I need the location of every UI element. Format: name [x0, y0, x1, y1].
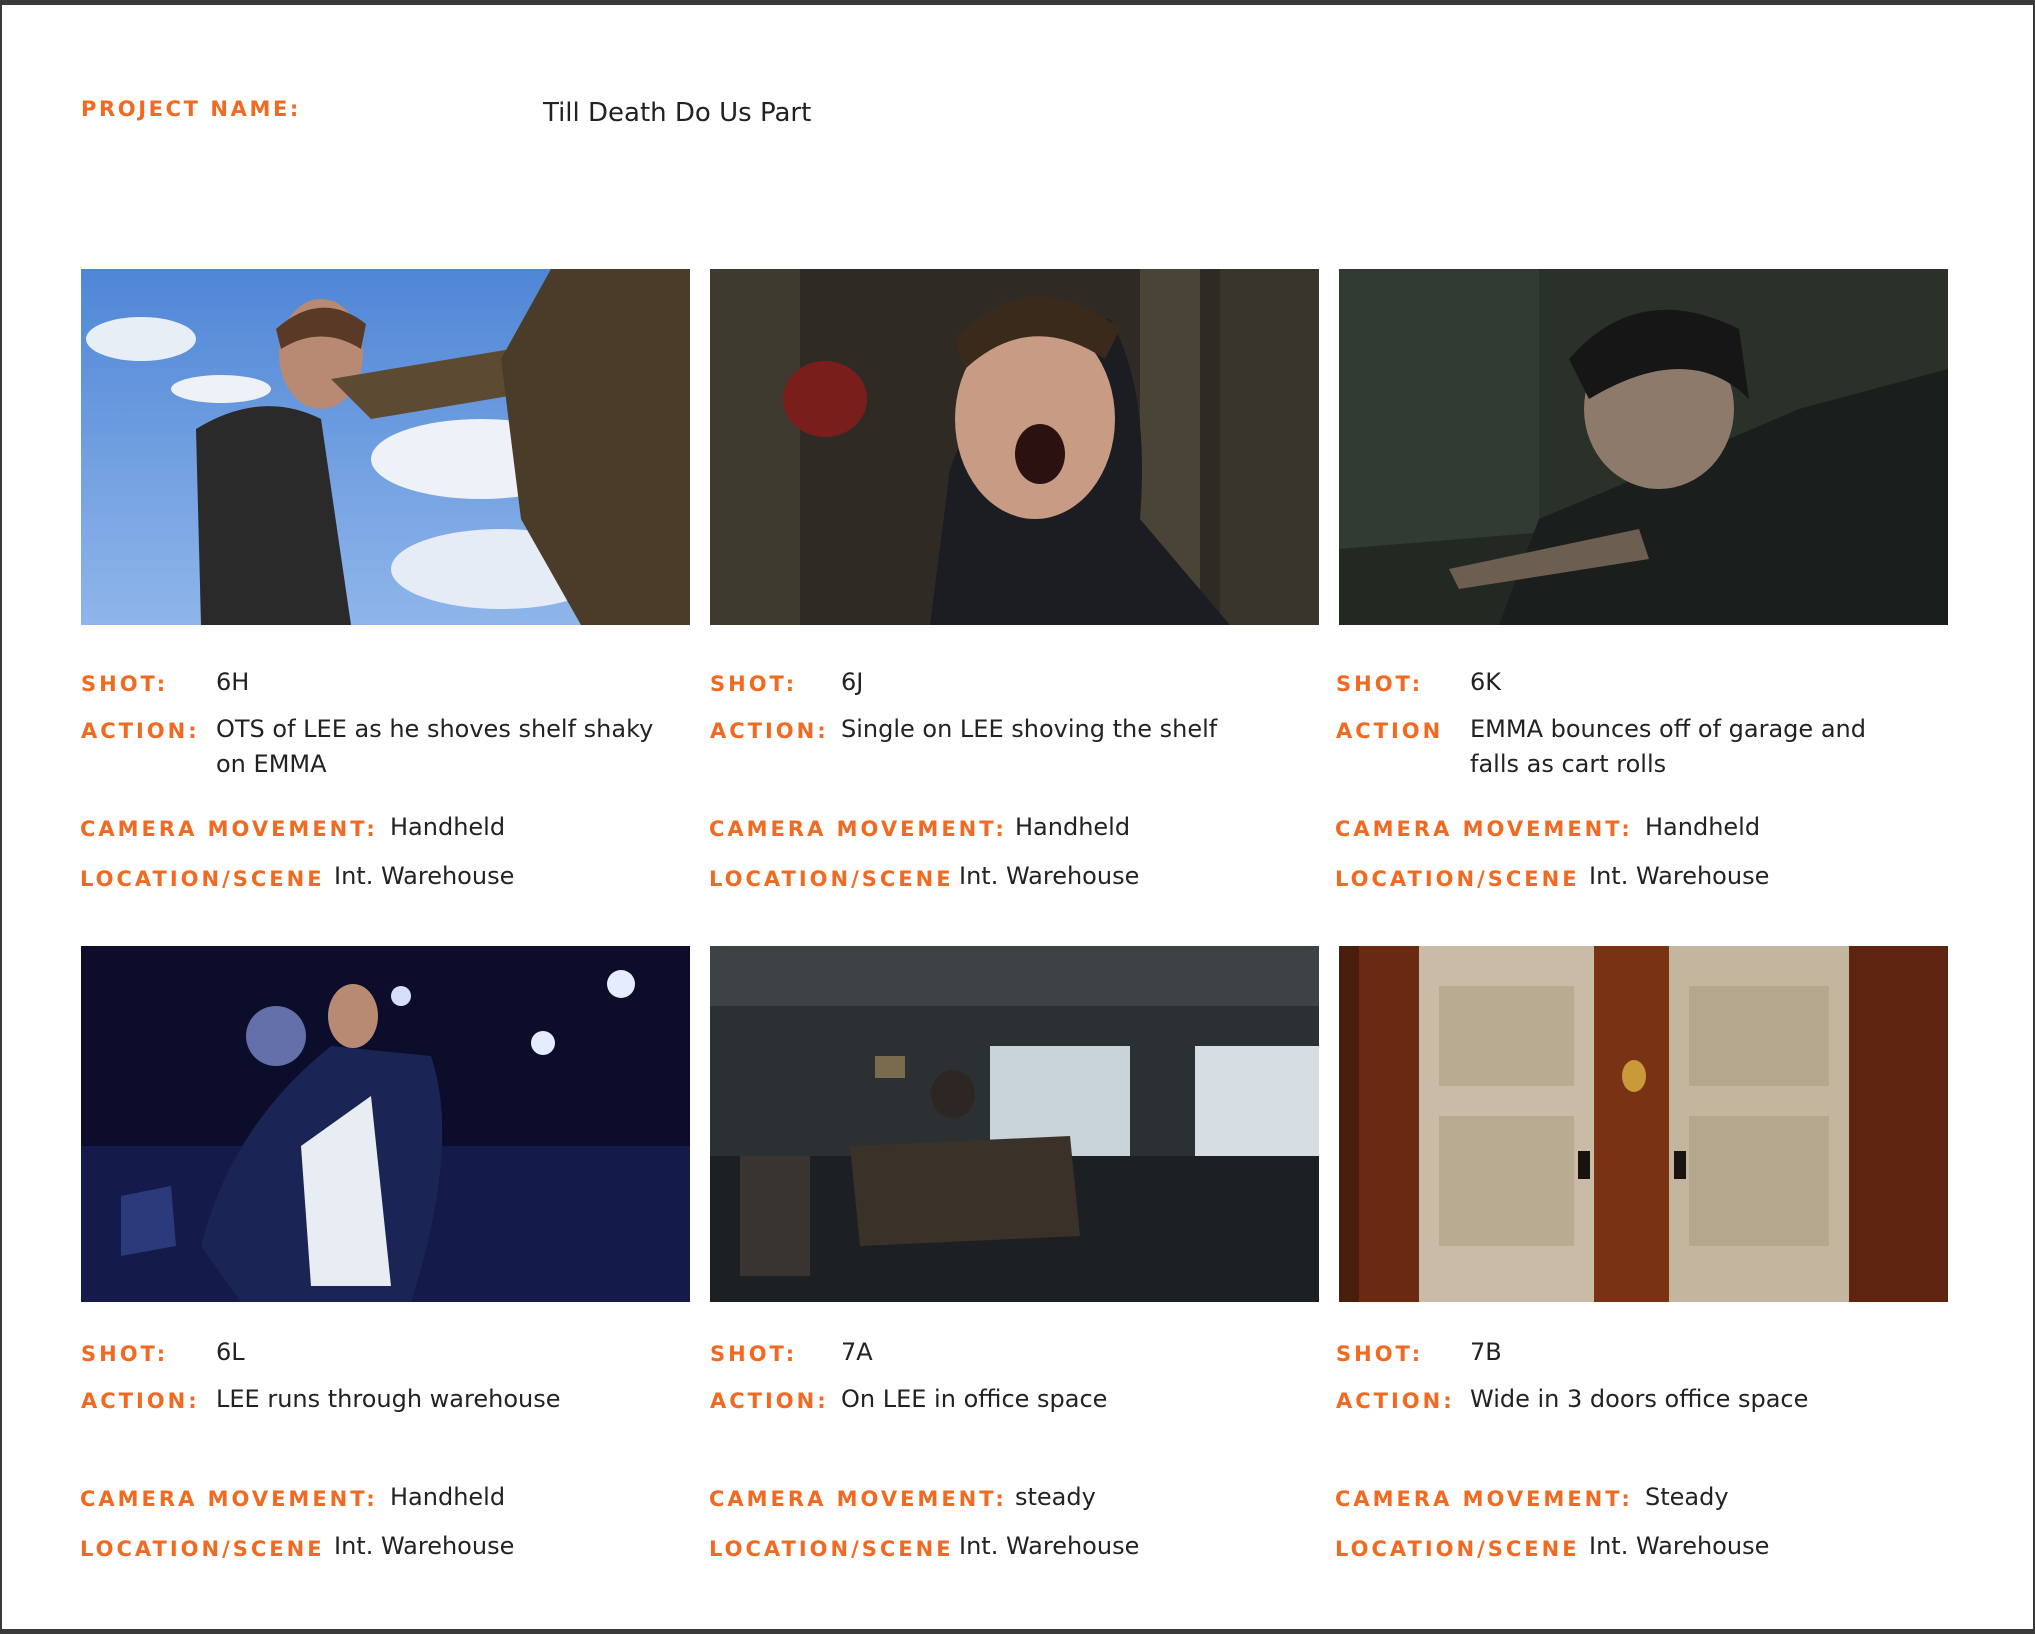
shot-frame-image — [1339, 269, 1948, 625]
shot-value: 6L — [216, 1338, 245, 1366]
camera-movement-value: Handheld — [1015, 813, 1131, 841]
shot-card: SHOT: 6L ACTION: LEE runs through wareho… — [80, 946, 691, 1586]
action-value: Wide in 3 doors office space — [1470, 1385, 1809, 1413]
action-label: ACTION: — [1336, 1389, 1455, 1413]
project-name-value: Till Death Do Us Part — [543, 98, 812, 128]
action-label: ACTION: — [81, 719, 200, 743]
shot-frame-image — [710, 946, 1319, 1302]
shot-label: SHOT: — [710, 1342, 798, 1366]
action-label: ACTION — [1336, 719, 1444, 743]
location-scene-value: Int. Warehouse — [334, 1532, 515, 1560]
shot-frame-image — [710, 269, 1319, 625]
location-scene-label: LOCATION/SCENE — [1335, 1537, 1580, 1561]
camera-movement-label: CAMERA MOVEMENT: — [80, 1487, 378, 1511]
action-value: EMMA bounces off of garage and falls as … — [1470, 715, 1866, 778]
location-scene-label: LOCATION/SCENE — [80, 867, 325, 891]
location-scene-value: Int. Warehouse — [1589, 862, 1770, 890]
location-scene-value: Int. Warehouse — [959, 1532, 1140, 1560]
camera-movement-value: Steady — [1645, 1483, 1729, 1511]
camera-movement-value: Handheld — [1645, 813, 1761, 841]
location-scene-label: LOCATION/SCENE — [1335, 867, 1580, 891]
location-scene-label: LOCATION/SCENE — [709, 867, 954, 891]
camera-movement-label: CAMERA MOVEMENT: — [80, 817, 378, 841]
action-value: Single on LEE shoving the shelf — [841, 715, 1218, 743]
action-value: On LEE in office space — [841, 1385, 1108, 1413]
action-label: ACTION: — [710, 1389, 829, 1413]
location-scene-label: LOCATION/SCENE — [80, 1537, 325, 1561]
camera-movement-label: CAMERA MOVEMENT: — [709, 817, 1007, 841]
camera-movement-label: CAMERA MOVEMENT: — [1335, 1487, 1633, 1511]
shot-card: SHOT: 7B ACTION: Wide in 3 doors office … — [1335, 946, 1949, 1586]
shot-card: SHOT: 6H ACTION: OTS of LEE as he shoves… — [80, 269, 691, 909]
shot-frame-image — [1339, 946, 1948, 1302]
shot-value: 6H — [216, 668, 250, 696]
shot-label: SHOT: — [81, 1342, 169, 1366]
location-scene-value: Int. Warehouse — [1589, 1532, 1770, 1560]
shot-frame-image — [81, 269, 690, 625]
shot-card: SHOT: 6J ACTION: Single on LEE shoving t… — [709, 269, 1320, 909]
camera-movement-value: Handheld — [390, 1483, 506, 1511]
shot-value: 7A — [841, 1338, 873, 1366]
shot-card: SHOT: 6K ACTION EMMA bounces off of gara… — [1335, 269, 1949, 909]
camera-movement-value: steady — [1015, 1483, 1096, 1511]
camera-movement-label: CAMERA MOVEMENT: — [1335, 817, 1633, 841]
shot-label: SHOT: — [710, 672, 798, 696]
location-scene-value: Int. Warehouse — [334, 862, 515, 890]
action-label: ACTION: — [81, 1389, 200, 1413]
action-value: LEE runs through warehouse — [216, 1385, 561, 1413]
action-value: OTS of LEE as he shoves shelf shaky on E… — [216, 715, 654, 778]
shot-label: SHOT: — [1336, 1342, 1424, 1366]
shot-value: 6J — [841, 668, 864, 696]
shot-label: SHOT: — [81, 672, 169, 696]
camera-movement-label: CAMERA MOVEMENT: — [709, 1487, 1007, 1511]
shot-frame-image — [81, 946, 690, 1302]
camera-movement-value: Handheld — [390, 813, 506, 841]
shot-value: 6K — [1470, 668, 1502, 696]
shot-card: SHOT: 7A ACTION: On LEE in office space … — [709, 946, 1320, 1586]
project-name-label: PROJECT NAME: — [81, 97, 301, 121]
shot-label: SHOT: — [1336, 672, 1424, 696]
location-scene-label: LOCATION/SCENE — [709, 1537, 954, 1561]
shot-value: 7B — [1470, 1338, 1502, 1366]
location-scene-value: Int. Warehouse — [959, 862, 1140, 890]
action-label: ACTION: — [710, 719, 829, 743]
